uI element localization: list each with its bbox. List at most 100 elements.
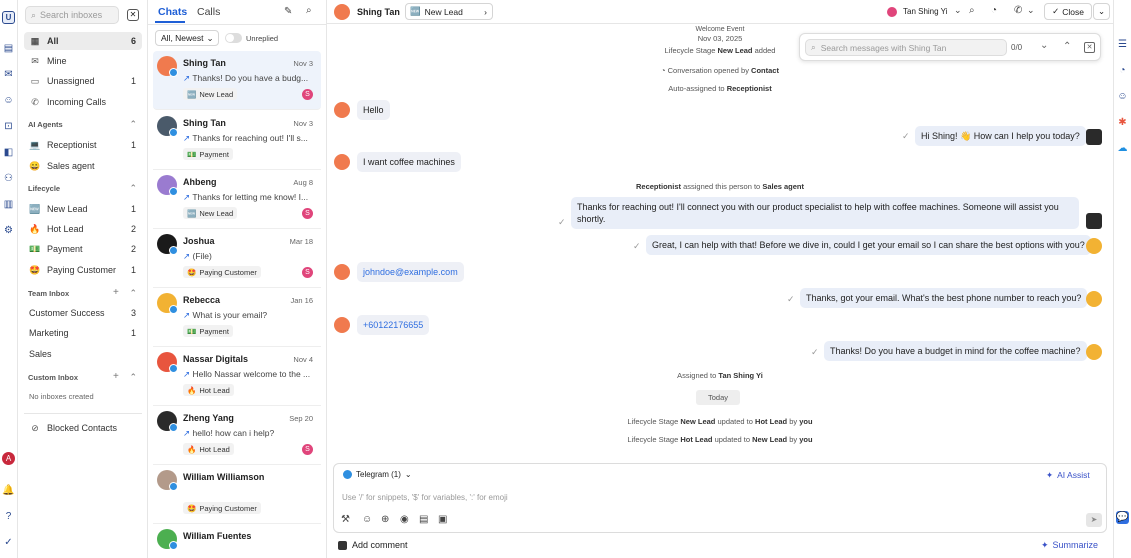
conversation-item[interactable]: Shing Tan Nov 3 ↗ Thanks! Do you have a bu…: [153, 51, 321, 110]
brand-logo[interactable]: U: [2, 11, 15, 24]
search-icon[interactable]: ⌕: [306, 5, 312, 16]
chat-nav-icon[interactable]: ✉: [2, 68, 15, 81]
delivered-check-icon: ✓: [558, 217, 566, 227]
workflow-nav-icon[interactable]: ⚇: [2, 172, 15, 185]
delivered-check-icon: ✓: [787, 294, 795, 304]
inbox-item-unassigned[interactable]: ▭ Unassigned 1: [24, 72, 142, 90]
broadcast-nav-icon[interactable]: ⊡: [2, 120, 15, 133]
conversation-header: Shing Tan 🆕 New Lead › Tan Shing Yi ⌄ ⌕ ◔ …: [327, 0, 1113, 24]
incoming-message-phone[interactable]: +60122176655: [357, 315, 430, 336]
conversation-item[interactable]: Zheng Yang Sep 20 ↗ hello! how can i help?…: [153, 406, 321, 465]
user-icon[interactable]: ☺: [1116, 90, 1129, 103]
attachment-icon[interactable]: ⊕: [381, 514, 389, 525]
magic-wand-icon[interactable]: ⚒: [341, 514, 350, 525]
bell-icon[interactable]: 🔔: [2, 484, 15, 497]
help-icon[interactable]: ?: [2, 510, 15, 523]
conversation-item[interactable]: William Williamson 🤩 Paying Customer: [153, 465, 321, 524]
conversation-preview: ↗ Thanks for letting me know! I...: [183, 192, 309, 202]
sort-filter-dropdown[interactable]: All, Newest ⌄: [155, 30, 219, 46]
inbox-item-payment[interactable]: 💵 Payment 2: [24, 240, 142, 258]
chevron-down-icon[interactable]: ⌄: [954, 5, 962, 16]
conversation-item[interactable]: Shing Tan Nov 3 ↗ Thanks for reaching out!…: [153, 111, 321, 170]
summarize-button[interactable]: ✦ Summarize: [1041, 540, 1098, 551]
inbox-item-hot-lead[interactable]: 🔥 Hot Lead 2: [24, 220, 142, 238]
conversation-item[interactable]: Nassar Digitals Nov 4 ↗ Hello Nassar welco…: [153, 347, 321, 406]
conversation-date: Sep 20: [289, 414, 313, 423]
inbox-item-incoming-calls[interactable]: ✆ Incoming Calls: [24, 93, 142, 111]
chevron-up-icon[interactable]: ⌃: [129, 119, 137, 130]
search-icon[interactable]: ⌕: [969, 5, 975, 16]
megaphone-nav-icon[interactable]: ◧: [2, 146, 15, 159]
inbox-item-paying-customer[interactable]: 🤩 Paying Customer 1: [24, 261, 142, 279]
chevron-up-icon[interactable]: ⌃: [129, 183, 137, 194]
reports-nav-icon[interactable]: ▥: [2, 198, 15, 211]
template-icon[interactable]: ▣: [438, 514, 447, 525]
add-comment-button[interactable]: Add comment: [338, 540, 408, 550]
inbox-item-mine[interactable]: ✉ Mine: [24, 52, 142, 70]
assignee-name[interactable]: Tan Shing Yi: [903, 7, 947, 16]
tab-calls[interactable]: Calls: [197, 6, 220, 18]
message-search-input[interactable]: ⌕ Search messages with Shing Tan: [805, 39, 1007, 56]
inbox-item-blocked-contacts[interactable]: ⊘ Blocked Contacts: [24, 419, 142, 437]
contact-avatar: [334, 264, 350, 280]
emoji-icon[interactable]: ☺: [362, 514, 372, 525]
snippet-icon[interactable]: ◉: [400, 514, 409, 525]
phone-icon[interactable]: ✆: [1014, 5, 1022, 16]
send-button[interactable]: ➤: [1086, 513, 1102, 527]
inbox-item-sales-agent[interactable]: 😀 Sales agent: [24, 157, 142, 175]
close-options-button[interactable]: ⌄: [1093, 3, 1110, 20]
conversation-item[interactable]: William Fuentes: [153, 524, 321, 558]
inbox-item-marketing[interactable]: Marketing 1: [24, 324, 142, 342]
message-input[interactable]: Use '/' for snippets, '$' for variables,…: [342, 493, 508, 502]
chat-widget-icon[interactable]: 💬: [1116, 511, 1129, 524]
user-avatar[interactable]: A: [2, 452, 15, 465]
chevron-down-icon[interactable]: ⌄: [1027, 5, 1035, 16]
incoming-message: Hello: [357, 100, 390, 121]
inbox-search-input[interactable]: Search inboxes: [40, 10, 102, 20]
salesforce-icon[interactable]: ☁: [1116, 142, 1129, 155]
inbox-item-receptionist[interactable]: 💻 Receptionist 1: [24, 136, 142, 154]
collapse-sidebar-icon[interactable]: ✕: [127, 9, 139, 21]
inbox-nav-icon[interactable]: ▤: [2, 42, 15, 55]
tab-chats[interactable]: Chats: [158, 6, 187, 18]
incoming-message-email[interactable]: johndoe@example.com: [357, 262, 464, 283]
lifecycle-dropdown[interactable]: 🆕 New Lead ›: [405, 3, 493, 20]
conversation-item[interactable]: Ahbeng Aug 8 ↗ Thanks for letting me know!…: [153, 170, 321, 229]
close-conversation-button[interactable]: ✓ Close: [1044, 3, 1092, 20]
conversation-item[interactable]: Rebecca Jan 16 ↗ What is your email? 💵 Payme…: [153, 288, 321, 347]
conversation-preview: ↗ What is your email?: [183, 310, 268, 320]
contact-name[interactable]: Shing Tan: [357, 7, 400, 17]
note-icon[interactable]: ▤: [419, 514, 428, 525]
settings-nav-icon[interactable]: ⚙: [2, 224, 15, 237]
clock-icon[interactable]: ◔: [1116, 64, 1129, 77]
chevron-up-icon[interactable]: ⌃: [129, 288, 137, 299]
snooze-icon[interactable]: ◔: [991, 5, 997, 16]
plus-icon[interactable]: +: [113, 287, 119, 298]
chevron-down-icon[interactable]: ⌄: [1040, 40, 1048, 51]
inbox-item-sales[interactable]: Sales: [24, 345, 142, 363]
search-icon: ⌕: [31, 9, 37, 20]
contact-details-icon[interactable]: ☰: [1116, 38, 1129, 51]
conversation-item[interactable]: Joshua Mar 18 ↗ (File) 🤩 Paying Customer S: [153, 229, 321, 288]
inbox-item-all[interactable]: ▦ All 6: [24, 32, 142, 50]
conversation-date: Jan 16: [290, 296, 313, 305]
hubspot-icon[interactable]: ✱: [1116, 116, 1129, 129]
contacts-nav-icon[interactable]: ☺: [2, 94, 15, 107]
checkmark-icon[interactable]: ✓: [2, 536, 15, 549]
unreplied-toggle[interactable]: [225, 33, 242, 43]
contact-avatar[interactable]: [334, 4, 350, 20]
inbox-search[interactable]: ⌕ Search inboxes: [25, 6, 119, 24]
today-divider: Today: [696, 390, 740, 405]
chevron-right-icon: ›: [484, 6, 487, 17]
delivered-check-icon: ✓: [633, 241, 641, 251]
ai-assist-button[interactable]: ✦ AI Assist: [1046, 470, 1090, 481]
channel-selector[interactable]: Telegram (1) ⌄: [343, 470, 412, 479]
plus-icon[interactable]: +: [113, 371, 119, 382]
close-icon[interactable]: ✕: [1084, 42, 1095, 53]
inbox-item-new-lead[interactable]: 🆕 New Lead 1: [24, 200, 142, 218]
conversation-opened-event: ◔ Conversation opened by Contact: [661, 66, 779, 75]
new-chat-icon[interactable]: ✎: [284, 6, 292, 17]
chevron-up-icon[interactable]: ⌃: [1063, 41, 1071, 52]
chevron-up-icon[interactable]: ⌃: [129, 372, 137, 383]
inbox-item-customer-success[interactable]: Customer Success 3: [24, 304, 142, 322]
